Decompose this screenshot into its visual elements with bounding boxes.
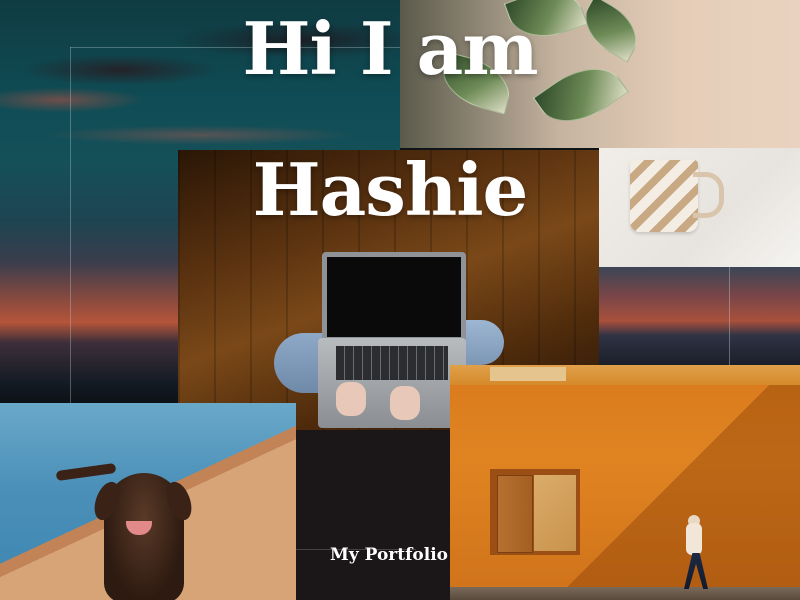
sunset-strip-photo [599, 267, 800, 365]
wooden-door [497, 475, 533, 553]
dog-tail [55, 462, 117, 482]
wall-sign [490, 367, 566, 381]
frame-line [729, 267, 730, 365]
dark-panel [296, 430, 450, 600]
hand-left [336, 382, 366, 416]
boarded-window [534, 475, 576, 551]
laptop-keys [336, 346, 448, 380]
sidewalk [450, 587, 800, 600]
portfolio-link[interactable]: My Portfolio [330, 545, 448, 565]
hero-title-line-2: Hashie [252, 147, 529, 232]
dog-by-pool-photo [0, 403, 296, 600]
orange-wall-photo [450, 365, 800, 600]
walker-legs [684, 553, 708, 589]
hero-title-line-1: Hi I am [242, 6, 538, 91]
walker-coat [686, 523, 702, 555]
hand-right [390, 386, 420, 420]
laptop-screen [322, 252, 466, 342]
